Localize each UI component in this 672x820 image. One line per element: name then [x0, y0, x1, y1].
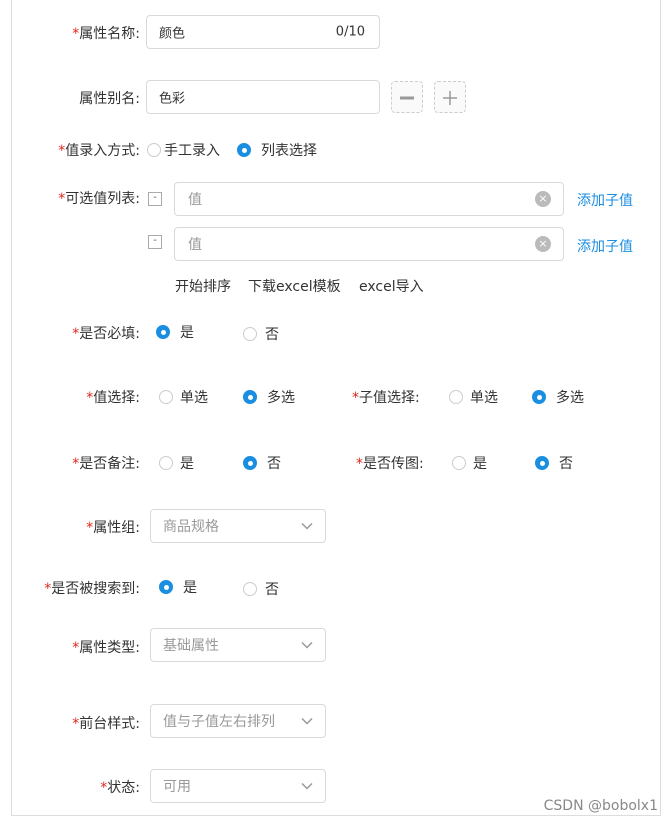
radio-label: 单选: [470, 390, 498, 406]
sub-value-select-label: *子值选择:: [352, 390, 420, 406]
radio-label: 手工录入: [164, 143, 220, 159]
form-frame: [11, 0, 661, 816]
attr-type-label: *属性类型:: [72, 640, 140, 656]
radio-label: 否: [265, 327, 279, 343]
radio-required-yes[interactable]: 是: [156, 322, 194, 342]
radio-circle: [159, 390, 173, 404]
front-style-value: 值与子值左右排列: [163, 714, 275, 730]
radio-circle-checked: [243, 456, 257, 470]
add-sub-value-link-2[interactable]: 添加子值: [577, 236, 633, 256]
value-list-label: *可选值列表:: [58, 191, 140, 207]
radio-search-yes[interactable]: 是: [159, 577, 197, 597]
radio-circle: [243, 327, 257, 341]
minus-icon: [400, 96, 414, 100]
status-select[interactable]: 可用: [150, 769, 326, 803]
clear-icon[interactable]: ×: [535, 191, 551, 207]
front-style-label: *前台样式:: [72, 716, 140, 732]
minus-button[interactable]: [391, 81, 423, 113]
attr-name-counter: 0/10: [335, 24, 365, 40]
radio-label: 是: [183, 580, 197, 596]
radio-subvalue-multi[interactable]: 多选: [532, 387, 584, 407]
chevron-down-icon: [301, 641, 313, 649]
status-label: *状态:: [100, 780, 140, 796]
attr-type-select[interactable]: 基础属性: [150, 628, 326, 662]
add-sub-value-link-1[interactable]: 添加子值: [577, 190, 633, 210]
radio-circle-checked: [156, 325, 170, 339]
radio-manual-input[interactable]: 手工录入: [147, 140, 220, 160]
download-template-action[interactable]: 下载excel模板: [248, 276, 341, 296]
radio-required-no[interactable]: 否: [243, 324, 279, 344]
radio-value-single[interactable]: 单选: [159, 387, 208, 407]
radio-label: 否: [267, 456, 281, 472]
front-style-select[interactable]: 值与子值左右排列: [150, 704, 326, 738]
upload-image-label: *是否传图:: [356, 456, 424, 472]
value-placeholder: 值: [188, 237, 202, 253]
radio-circle-checked: [535, 456, 549, 470]
radio-label: 是: [180, 325, 194, 341]
radio-circle: [243, 582, 257, 596]
radio-label: 多选: [556, 390, 584, 406]
collapse-toggle[interactable]: -: [148, 235, 162, 249]
value-placeholder: 值: [188, 192, 202, 208]
attr-group-value: 商品规格: [163, 519, 219, 535]
attr-type-value: 基础属性: [163, 638, 219, 654]
radio-circle-checked: [243, 390, 257, 404]
plus-button[interactable]: [434, 81, 466, 113]
attr-name-value: 颜色: [159, 26, 186, 42]
radio-label: 多选: [267, 390, 295, 406]
radio-label: 否: [559, 456, 573, 472]
attr-name-label: *属性名称:: [72, 26, 140, 42]
radio-label: 单选: [180, 390, 208, 406]
radio-image-yes[interactable]: 是: [452, 453, 487, 473]
radio-circle: [147, 143, 161, 157]
attr-name-input[interactable]: 颜色 0/10: [146, 15, 380, 49]
clear-icon[interactable]: ×: [535, 236, 551, 252]
radio-list-select[interactable]: 列表选择: [237, 140, 317, 160]
chevron-down-icon: [301, 522, 313, 530]
radio-remark-no[interactable]: 否: [243, 453, 281, 473]
status-value: 可用: [163, 779, 191, 795]
radio-label: 列表选择: [261, 143, 317, 159]
value-input-2[interactable]: 值 ×: [174, 227, 564, 261]
radio-label: 是: [473, 456, 487, 472]
radio-search-no[interactable]: 否: [243, 579, 279, 599]
required-label: *是否必填:: [72, 326, 140, 342]
attr-group-select[interactable]: 商品规格: [150, 509, 326, 543]
radio-value-multi[interactable]: 多选: [243, 387, 295, 407]
radio-circle: [449, 390, 463, 404]
watermark: CSDN @bobolx1: [543, 798, 658, 814]
radio-circle-checked: [159, 580, 173, 594]
input-mode-label: *值录入方式:: [58, 143, 140, 159]
radio-label: 是: [180, 456, 194, 472]
attr-alias-input[interactable]: 色彩: [146, 80, 380, 114]
value-select-label: *值选择:: [86, 390, 140, 406]
collapse-toggle[interactable]: -: [148, 192, 162, 206]
value-input-1[interactable]: 值 ×: [174, 182, 564, 216]
radio-circle: [159, 456, 173, 470]
radio-subvalue-single[interactable]: 单选: [449, 387, 498, 407]
radio-image-no[interactable]: 否: [535, 453, 573, 473]
attr-group-label: *属性组:: [86, 520, 140, 536]
attr-alias-label: 属性别名:: [79, 91, 140, 107]
chevron-down-icon: [301, 717, 313, 725]
radio-label: 否: [265, 582, 279, 598]
radio-circle: [452, 456, 466, 470]
excel-import-action[interactable]: excel导入: [359, 276, 424, 296]
attr-alias-value: 色彩: [159, 91, 186, 107]
radio-circle-checked: [532, 390, 546, 404]
chevron-down-icon: [301, 782, 313, 790]
searchable-label: *是否被搜索到:: [44, 581, 140, 597]
radio-remark-yes[interactable]: 是: [159, 453, 194, 473]
remark-label: *是否备注:: [72, 456, 140, 472]
radio-circle-checked: [237, 143, 251, 157]
start-sort-action[interactable]: 开始排序: [175, 276, 231, 296]
plus-icon: [443, 91, 457, 105]
